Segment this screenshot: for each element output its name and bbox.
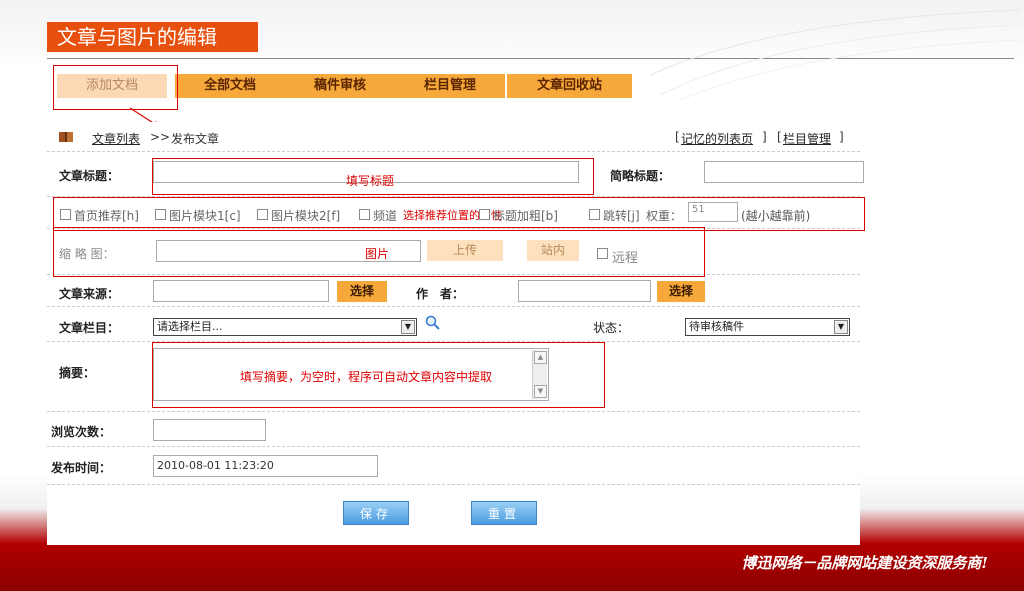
breadcrumb: 文章列表 >> 发布文章 [ 记忆的列表页 ] [ 栏目管理 ] bbox=[47, 122, 860, 152]
summary-highlight-box bbox=[152, 342, 605, 408]
tab-all-documents[interactable]: 全部文档 bbox=[175, 74, 285, 98]
search-icon[interactable] bbox=[425, 315, 441, 331]
pubtime-input[interactable]: 2010-08-01 11:23:20 bbox=[153, 455, 378, 477]
pubtime-row: 发布时间： 2010-08-01 11:23:20 bbox=[47, 447, 860, 485]
title-hint: 填写标题 bbox=[346, 174, 395, 188]
short-title-label: 简略标题： bbox=[610, 169, 671, 183]
status-select-value: 待审核稿件 bbox=[689, 320, 744, 333]
author-label: 作 者： bbox=[416, 287, 465, 301]
author-input[interactable] bbox=[518, 280, 651, 302]
background-decoration bbox=[640, 9, 1020, 100]
tab-recycle-bin[interactable]: 文章回收站 bbox=[507, 74, 632, 98]
status-label: 状态： bbox=[593, 321, 630, 335]
flags-highlight-box bbox=[53, 197, 865, 231]
tab-column-management[interactable]: 栏目管理 bbox=[395, 74, 505, 98]
column-select[interactable]: 请选择栏目... ▼ bbox=[153, 318, 417, 336]
source-select-button[interactable]: 选择 bbox=[337, 281, 387, 302]
views-label: 浏览次数： bbox=[51, 425, 112, 439]
dropdown-arrow-icon: ▼ bbox=[401, 320, 415, 334]
source-label: 文章来源： bbox=[59, 287, 120, 301]
views-row: 浏览次数： bbox=[47, 412, 860, 447]
pubtime-label: 发布时间： bbox=[51, 461, 112, 475]
footer-slogan: 博迅网络－品牌网站建设资深服务商! bbox=[741, 554, 988, 572]
source-input[interactable] bbox=[153, 280, 329, 302]
book-icon bbox=[59, 131, 73, 143]
remembered-list-link[interactable]: 记忆的列表页 bbox=[681, 130, 753, 147]
status-select[interactable]: 待审核稿件 ▼ bbox=[685, 318, 850, 336]
author-select-button[interactable]: 选择 bbox=[657, 281, 705, 302]
article-list-link[interactable]: 文章列表 bbox=[92, 130, 140, 147]
breadcrumb-current: 发布文章 bbox=[171, 132, 220, 146]
column-select-value: 请选择栏目... bbox=[157, 320, 223, 333]
tab-manuscript-review[interactable]: 稿件审核 bbox=[285, 74, 395, 98]
source-row: 文章来源： 选择 作 者： 选择 bbox=[47, 275, 860, 307]
dropdown-arrow-icon: ▼ bbox=[834, 320, 848, 334]
column-row: 文章栏目： 请选择栏目... ▼ 状态： 待审核稿件 ▼ bbox=[47, 307, 860, 342]
thumbnail-highlight-box bbox=[53, 227, 705, 277]
views-input[interactable] bbox=[153, 419, 266, 441]
active-tab-highlight bbox=[53, 65, 178, 110]
article-form-panel: 文章列表 >> 发布文章 [ 记忆的列表页 ] [ 栏目管理 ] 文章标题： 简… bbox=[47, 122, 865, 545]
title-label: 文章标题： bbox=[59, 169, 120, 183]
reset-button[interactable]: 重置 bbox=[471, 501, 537, 525]
column-label: 文章栏目： bbox=[59, 321, 120, 335]
short-title-input[interactable] bbox=[704, 161, 864, 183]
save-button[interactable]: 保存 bbox=[343, 501, 409, 525]
column-management-link[interactable]: 栏目管理 bbox=[783, 130, 831, 147]
page-title: 文章与图片的编辑 bbox=[47, 22, 258, 52]
breadcrumb-separator: >> bbox=[150, 130, 171, 144]
summary-label: 摘要： bbox=[59, 366, 96, 380]
